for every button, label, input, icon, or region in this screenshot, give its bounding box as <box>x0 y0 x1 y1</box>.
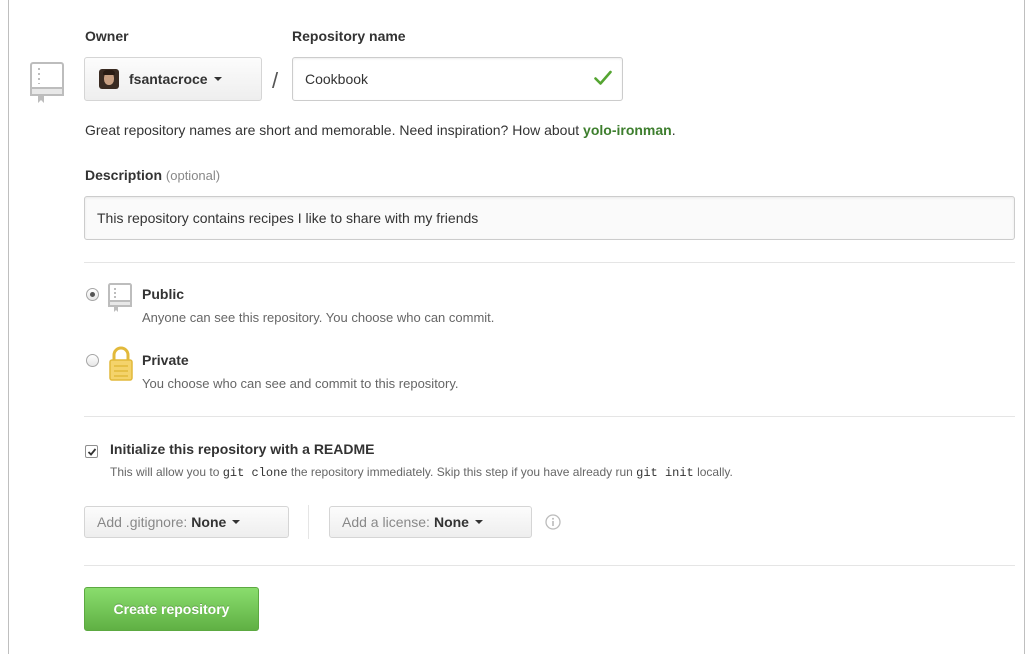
public-title: Public <box>142 286 185 302</box>
readme-desc-part: locally. <box>693 465 733 479</box>
repo-name-hint: Great repository names are short and mem… <box>85 122 676 138</box>
readme-checkbox[interactable] <box>85 445 98 458</box>
avatar <box>99 69 119 89</box>
public-repo-icon <box>108 283 134 318</box>
description-optional: (optional) <box>165 168 221 183</box>
frame-border-right <box>1024 0 1025 654</box>
description-value: This repository contains recipes I like … <box>97 210 479 226</box>
divider <box>308 505 309 539</box>
repo-icon <box>30 62 64 109</box>
lock-icon <box>108 346 134 387</box>
create-repository-button[interactable]: Create repository <box>84 587 259 631</box>
repo-name-value: Cookbook <box>305 71 369 87</box>
public-radio[interactable] <box>86 288 99 301</box>
owner-name: fsantacroce <box>129 71 208 87</box>
readme-desc-part: the repository immediately. Skip this st… <box>287 465 637 479</box>
caret-down-icon <box>213 77 222 81</box>
owner-dropdown[interactable]: fsantacroce <box>84 57 262 101</box>
description-label-row: Description (optional) <box>85 167 220 183</box>
readme-code: git clone <box>222 466 288 480</box>
private-radio[interactable] <box>86 354 99 367</box>
repo-name-label: Repository name <box>292 28 406 44</box>
gitignore-value: None <box>191 514 227 530</box>
description-label: Description <box>85 167 163 183</box>
public-desc: Anyone can see this repository. You choo… <box>142 310 495 325</box>
name-suggestion-link[interactable]: yolo-ironman <box>583 122 672 138</box>
readme-desc: This will allow you to git clone the rep… <box>110 465 733 480</box>
frame-border-left <box>8 0 9 654</box>
caret-down-icon <box>232 520 241 524</box>
hint-end: . <box>671 122 676 138</box>
repo-name-input[interactable]: Cookbook <box>292 57 623 101</box>
readme-title: Initialize this repository with a README <box>110 441 375 457</box>
gitignore-select[interactable]: Add .gitignore: None <box>84 506 289 538</box>
readme-desc-part: This will allow you to <box>110 465 223 479</box>
license-label: Add a license: <box>342 514 430 530</box>
divider <box>84 565 1015 566</box>
hint-text: Great repository names are short and mem… <box>85 122 584 138</box>
owner-repo-separator: / <box>272 68 279 93</box>
divider <box>84 416 1015 417</box>
private-desc: You choose who can see and commit to thi… <box>142 376 459 391</box>
private-title: Private <box>142 352 189 368</box>
license-select[interactable]: Add a license: None <box>329 506 532 538</box>
description-input[interactable]: This repository contains recipes I like … <box>84 196 1015 240</box>
owner-label: Owner <box>85 28 129 44</box>
gitignore-label: Add .gitignore: <box>97 514 188 530</box>
info-icon[interactable] <box>545 514 561 535</box>
license-value: None <box>433 514 469 530</box>
check-icon <box>594 70 612 89</box>
caret-down-icon <box>474 520 483 524</box>
divider <box>84 262 1015 263</box>
readme-code: git init <box>636 466 694 480</box>
